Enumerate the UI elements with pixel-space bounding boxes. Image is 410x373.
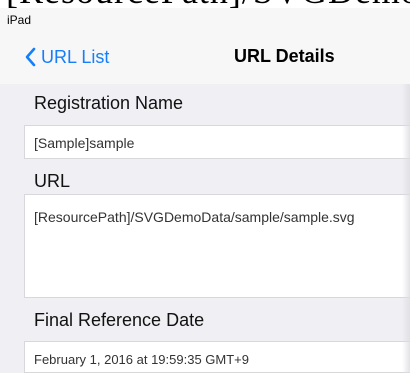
url-label: URL [34, 171, 71, 191]
final-reference-date-field[interactable]: February 1, 2016 at 19:59:35 GMT+9 [24, 341, 410, 373]
final-reference-date-value: February 1, 2016 at 19:59:35 GMT+9 [34, 352, 249, 367]
top-ribbon-text: [ResourcePath]/SVGDemoData/sample/sample… [6, 0, 410, 8]
chevron-left-icon [25, 47, 36, 67]
registration-name-label: Registration Name [34, 93, 184, 113]
back-button[interactable]: URL List [24, 44, 109, 70]
url-field[interactable]: [ResourcePath]/SVGDemoData/sample/sample… [24, 194, 410, 298]
final-reference-date-label: Final Reference Date [34, 310, 205, 330]
right-edge-shadow [402, 84, 410, 373]
registration-name-field[interactable]: [Sample]sample [24, 125, 410, 159]
navigation-bar: URL List URL Details [0, 30, 410, 85]
top-ribbon: [ResourcePath]/SVGDemoData/sample/sample… [0, 0, 410, 8]
registration-name-value: [Sample]sample [34, 135, 135, 151]
device-label: iPad [7, 13, 32, 27]
url-value: [ResourcePath]/SVGDemoData/sample/sample… [34, 209, 355, 225]
status-bar: iPad [0, 8, 410, 30]
page-title: URL Details [234, 46, 335, 66]
back-button-label: URL List [41, 46, 110, 67]
url-details-form: Registration Name [Sample]sample URL [Re… [0, 84, 410, 373]
